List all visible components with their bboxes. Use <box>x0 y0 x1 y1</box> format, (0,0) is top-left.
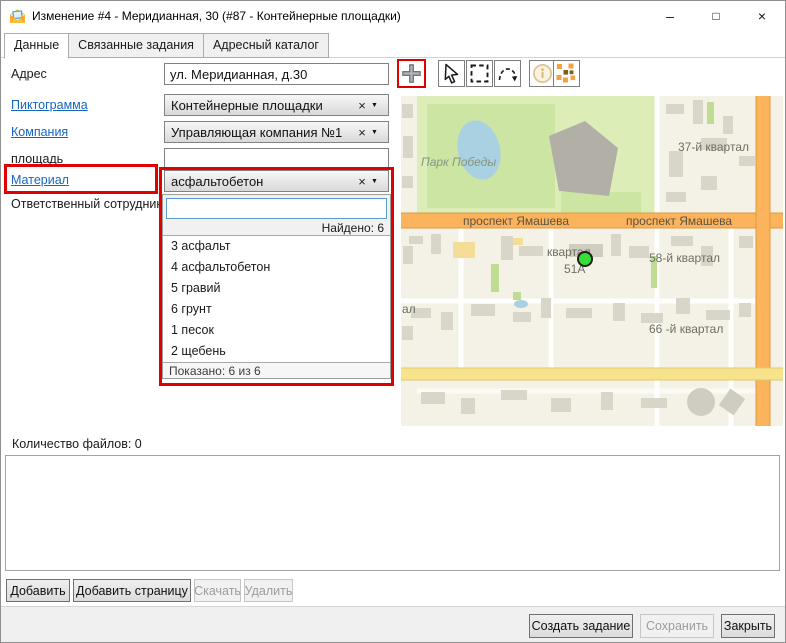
lasso-polygon-icon <box>495 61 520 86</box>
employee-label: Ответственный сотрудник <box>11 197 162 211</box>
material-dropdown-popup: Найдено: 6 3 асфальт 4 асфальтобетон 5 г… <box>162 194 391 379</box>
tab-bar: Данные Связанные задания Адресный катало… <box>1 32 785 58</box>
area-input[interactable] <box>164 148 389 170</box>
company-value: Управляющая компания №1 <box>165 125 353 140</box>
close-button[interactable]: Закрыть <box>721 614 775 638</box>
shown-count-label: Показано: 6 из 6 <box>163 362 390 378</box>
dropdown-item[interactable]: 2 щебень <box>163 341 390 362</box>
footer-bar: Создать задание Сохранить Закрыть <box>1 606 785 643</box>
map-label-quarter-66: 66 -й квартал <box>649 322 723 336</box>
dropdown-item[interactable]: 6 грунт <box>163 299 390 320</box>
tab-address-catalog[interactable]: Адресный каталог <box>204 33 329 58</box>
pictogram-link[interactable]: Пиктограмма <box>11 98 88 112</box>
window-title: Изменение #4 - Меридианная, 30 (#87 - Ко… <box>32 1 401 31</box>
tab-linked-tasks[interactable]: Связанные задания <box>69 33 204 58</box>
company-combobox[interactable]: Управляющая компания №1 × ▼ <box>164 121 389 143</box>
company-link[interactable]: Компания <box>11 125 68 139</box>
pictogram-combobox[interactable]: Контейнерные площадки × ▼ <box>164 94 389 116</box>
download-button: Скачать <box>194 579 241 602</box>
crosshair-plus-icon <box>399 61 424 86</box>
maximize-button[interactable]: □ <box>693 1 739 31</box>
app-envelope-icon <box>9 8 26 25</box>
map-marker[interactable] <box>577 251 593 267</box>
dropdown-search-panel: Найдено: 6 <box>163 195 390 236</box>
select-cursor-tool-button[interactable] <box>438 60 465 87</box>
cursor-arrow-icon <box>439 61 464 86</box>
clear-icon[interactable]: × <box>353 98 371 113</box>
dropdown-item[interactable]: 5 гравий <box>163 278 390 299</box>
dropdown-items-list: 3 асфальт 4 асфальтобетон 5 гравий 6 гру… <box>163 236 390 362</box>
minimize-button[interactable]: – <box>647 1 693 31</box>
material-value: асфальтобетон <box>165 174 353 189</box>
map-label-avenue-west: проспект Ямашева <box>463 214 569 228</box>
material-combobox[interactable]: асфальтобетон × ▼ <box>164 170 389 192</box>
add-point-tool-button[interactable] <box>397 59 426 88</box>
files-list[interactable] <box>5 455 780 571</box>
clear-icon[interactable]: × <box>353 125 371 140</box>
map-label-quarter-37: 37-й квартал <box>678 140 749 154</box>
zoom-to-objects-tool-button[interactable] <box>553 60 580 87</box>
files-count-label: Количество файлов: 0 <box>12 437 142 451</box>
chevron-down-icon[interactable]: ▼ <box>371 129 388 136</box>
pictogram-value: Контейнерные площадки <box>165 98 353 113</box>
tab-data[interactable]: Данные <box>4 33 69 59</box>
chevron-down-icon[interactable]: ▼ <box>371 102 388 109</box>
delete-button: Удалить <box>244 579 293 602</box>
dropdown-search-input[interactable] <box>166 198 387 219</box>
dialog-window: Изменение #4 - Меридианная, 30 (#87 - Ко… <box>0 0 786 643</box>
material-link[interactable]: Материал <box>11 173 69 187</box>
save-button: Сохранить <box>640 614 714 638</box>
dropdown-item[interactable]: 1 песок <box>163 320 390 341</box>
add-file-button[interactable]: Добавить <box>6 579 70 602</box>
dropdown-item[interactable]: 4 асфальтобетон <box>163 257 390 278</box>
map-label-park: Парк Победы <box>421 155 496 169</box>
select-polygon-tool-button[interactable] <box>494 60 521 87</box>
close-window-button[interactable]: × <box>739 1 785 31</box>
address-label: Адрес <box>11 67 47 81</box>
map-view[interactable]: Парк Победы проспект Ямашева проспект Ям… <box>401 96 783 426</box>
scatter-squares-icon <box>554 61 579 86</box>
map-label-avenue-east: проспект Ямашева <box>626 214 732 228</box>
area-label: площадь <box>11 152 63 166</box>
add-page-button[interactable]: Добавить страницу <box>73 579 191 602</box>
found-count-label: Найдено: 6 <box>166 219 387 235</box>
select-rectangle-tool-button[interactable] <box>466 60 493 87</box>
map-label-quarter-58: 58-й квартал <box>649 251 720 265</box>
create-task-button[interactable]: Создать задание <box>529 614 633 638</box>
clear-icon[interactable]: × <box>353 174 371 189</box>
info-tool-button[interactable] <box>529 60 556 87</box>
dashed-rectangle-icon <box>467 61 492 86</box>
dropdown-item[interactable]: 3 асфальт <box>163 236 390 257</box>
map-label-clipped: ал <box>402 302 416 316</box>
info-icon <box>530 61 555 86</box>
title-bar: Изменение #4 - Меридианная, 30 (#87 - Ко… <box>1 1 785 31</box>
address-input[interactable] <box>164 63 389 85</box>
chevron-down-icon[interactable]: ▼ <box>371 178 388 185</box>
